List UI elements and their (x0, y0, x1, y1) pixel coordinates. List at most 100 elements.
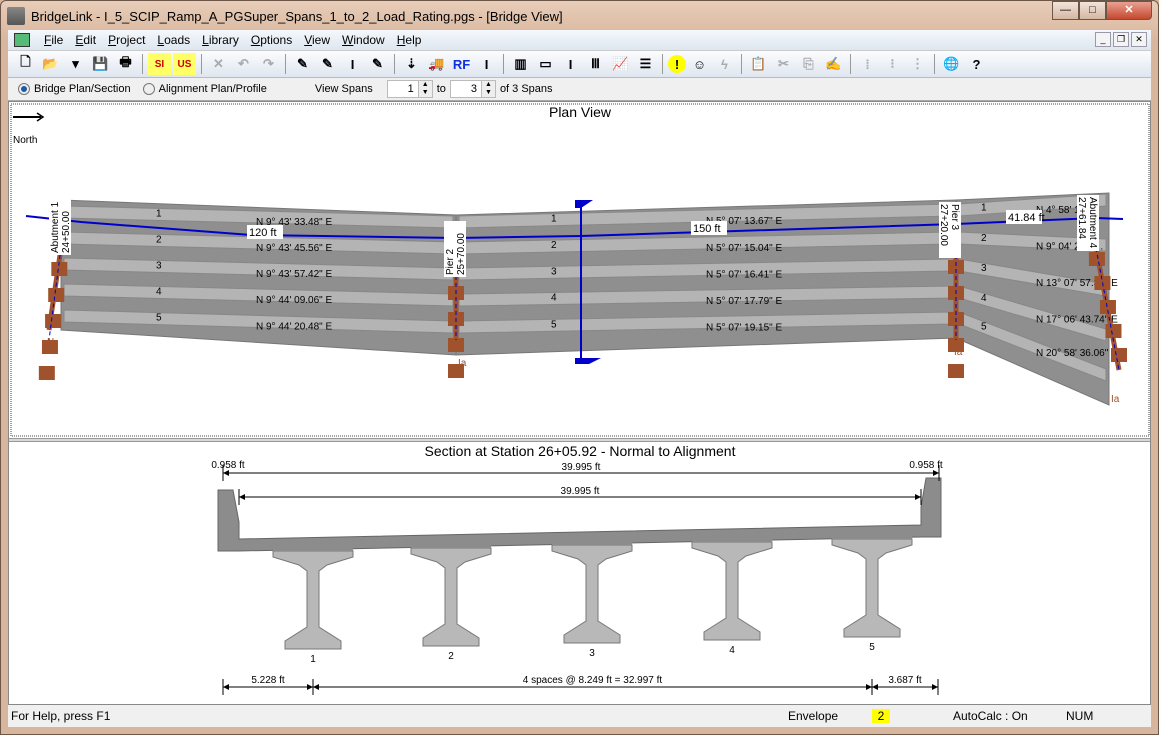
toolbar-separator (741, 54, 742, 74)
girder-bearing-label: N 9° 44' 20.48" E (256, 321, 333, 332)
save-icon[interactable]: 💾 (89, 53, 112, 75)
report-icon[interactable]: ☰ (634, 53, 657, 75)
rating-factor-icon[interactable]: RF (450, 53, 473, 75)
redo-icon[interactable]: ↷ (257, 53, 280, 75)
open-icon[interactable]: 📂 (39, 53, 62, 75)
edit-bridge-icon[interactable]: ✎ (291, 53, 314, 75)
edit-pier-icon[interactable]: ✎ (366, 53, 389, 75)
of-spans-label: of 3 Spans (499, 83, 553, 95)
lightning-icon[interactable]: ϟ (713, 53, 736, 75)
align-icon[interactable]: ⁞ (856, 53, 879, 75)
status-num: NUM (1066, 709, 1094, 723)
paste-icon[interactable]: 📋 (747, 53, 770, 75)
graph-icon[interactable]: 📈 (609, 53, 632, 75)
status-help-text: For Help, press F1 (11, 709, 111, 723)
girder-section-2[interactable] (410, 547, 492, 647)
menu-view[interactable]: View (298, 33, 336, 47)
print-icon[interactable]: 🖶 (114, 53, 137, 75)
bridge-plan-section-label[interactable]: Bridge Plan/Section (34, 83, 131, 95)
document-icon[interactable] (14, 33, 30, 47)
alignment-plan-profile-radio[interactable] (142, 83, 155, 95)
haunch (692, 536, 772, 542)
new-icon[interactable]: 🗋 (14, 53, 37, 75)
cut-icon[interactable]: ✂ (772, 53, 795, 75)
close-button[interactable]: ✕ (1106, 1, 1152, 20)
menu-options[interactable]: Options (245, 33, 298, 47)
library-icon[interactable]: ▥ (509, 53, 532, 75)
connection-label: Ia (954, 347, 963, 358)
mdi-restore-button[interactable]: ❐ (1113, 32, 1129, 47)
undo-icon[interactable]: ↶ (232, 53, 255, 75)
menu-project[interactable]: Project (102, 33, 151, 47)
bridge-plan-section-radio[interactable] (18, 83, 30, 95)
title-bar: BridgeLink - I_5_SCIP_Ramp_A_PGSuper_Spa… (7, 1, 1152, 29)
alignment-plan-profile-label[interactable]: Alignment Plan/Profile (159, 83, 267, 95)
edit-deck-icon[interactable]: ✎ (316, 53, 339, 75)
menu-file[interactable]: File (38, 33, 69, 47)
menu-library[interactable]: Library (196, 33, 245, 47)
menu-loads[interactable]: Loads (151, 33, 196, 47)
section-view-title: Section at Station 26+05.92 - Normal to … (425, 443, 736, 459)
girder-bearing-label: N 5° 07' 17.79" E (706, 296, 783, 307)
bridge-view: Plan View North 1N 9° 43' 33.48" E2N 9° … (8, 101, 1151, 705)
list-icon[interactable]: ⋮ (906, 53, 929, 75)
maximize-button[interactable]: □ (1079, 1, 1106, 20)
span-from-value[interactable]: 1 (388, 81, 418, 97)
girder-section-4[interactable] (691, 541, 773, 641)
toolbar-separator (934, 54, 935, 74)
girder-number: 5 (869, 642, 875, 653)
engineer-icon[interactable]: ☺ (688, 53, 711, 75)
span-from-arrows-icon[interactable]: ▲ ▼ (417, 81, 432, 97)
left-barrier-dim-label: 0.958 ft (211, 460, 245, 471)
copy-icon[interactable]: ⎘ (797, 53, 820, 75)
girder-number: 3 (981, 263, 987, 274)
girder-bearing-label: N 20° 58' 36.06" E (1036, 348, 1118, 359)
menu-edit[interactable]: Edit (69, 33, 102, 47)
menu-window[interactable]: Window (336, 33, 391, 47)
properties-icon[interactable]: ✍ (822, 53, 845, 75)
tree-icon[interactable]: ⁝ (881, 53, 904, 75)
girder-number: 2 (448, 651, 454, 662)
loads-icon[interactable]: ⇣ (400, 53, 423, 75)
girder-section-1[interactable] (272, 550, 354, 650)
girder-number: 5 (551, 319, 557, 330)
girder-number: 3 (589, 648, 595, 659)
girder-section-3[interactable] (551, 544, 633, 644)
mdi-close-button[interactable]: ✕ (1131, 32, 1147, 47)
span-to-arrows-icon[interactable]: ▲ ▼ (480, 81, 495, 97)
span-to-stepper[interactable]: 3 ▲ ▼ (449, 80, 496, 98)
deck-view-icon[interactable]: ▭ (534, 53, 557, 75)
span-to-value[interactable]: 3 (451, 81, 481, 97)
plan-view[interactable]: Plan View North 1N 9° 43' 33.48" E2N 9° … (9, 102, 1152, 438)
help-icon[interactable]: ? (965, 53, 988, 75)
girder-check-icon[interactable]: I (475, 53, 498, 75)
support-name: Abutment 1 (50, 201, 61, 253)
si-units-icon[interactable]: SI (148, 53, 171, 75)
globe-icon[interactable]: 🌐 (940, 53, 963, 75)
section-view[interactable]: Section at Station 26+05.92 - Normal to … (9, 442, 1152, 714)
girder-section-5[interactable] (831, 538, 913, 638)
bearing-pad (45, 314, 62, 328)
support-station: 27+20.00 (938, 204, 949, 246)
menu-help[interactable]: Help (391, 33, 428, 47)
toolbar-separator (394, 54, 395, 74)
delete-icon[interactable]: ✕ (207, 53, 230, 75)
girder-number: 4 (729, 645, 735, 656)
mdi-minimize-button[interactable]: _ (1095, 32, 1111, 47)
girder-number: 4 (156, 286, 162, 297)
span-from-stepper[interactable]: 1 ▲ ▼ (386, 80, 433, 98)
minimize-button[interactable]: — (1052, 1, 1079, 20)
live-load-icon[interactable]: 🚚 (425, 53, 448, 75)
status-bar: For Help, press F1 Envelope 2 AutoCalc :… (8, 705, 1151, 727)
support-name: Pier 3 (949, 204, 960, 231)
us-units-icon[interactable]: US (173, 53, 196, 75)
pier-view-icon[interactable]: Ⅲ (584, 53, 607, 75)
support-station: 24+50.00 (61, 211, 72, 253)
edit-girder-icon[interactable]: I (341, 53, 364, 75)
girder-number: 3 (551, 266, 557, 277)
warning-icon[interactable]: ! (668, 55, 686, 73)
right-overhang-dim-label: 3.687 ft (888, 675, 922, 686)
girder-view-icon[interactable]: I (559, 53, 582, 75)
support-label-2: Pier 2 25+70.00 (444, 221, 467, 277)
dropdown-icon[interactable]: ▾ (64, 53, 87, 75)
